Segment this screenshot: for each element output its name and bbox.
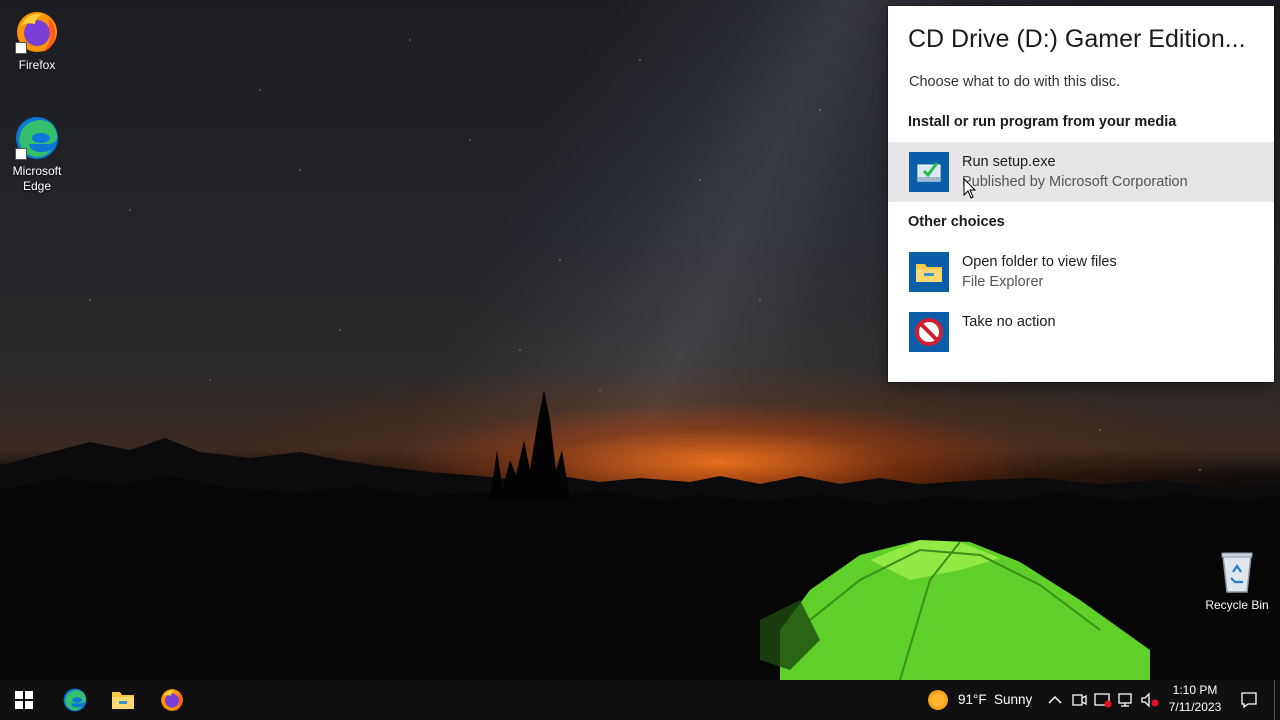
meet-now-button[interactable] [1069, 690, 1089, 710]
shortcut-arrow-icon [15, 148, 27, 160]
clock-date: 7/11/2023 [1168, 700, 1222, 714]
start-button[interactable] [0, 680, 48, 720]
desktop-icon-edge[interactable]: Microsoft Edge [0, 114, 74, 194]
edge-icon [13, 114, 61, 162]
network-icon [1118, 693, 1132, 707]
choice-title: Open folder to view files [962, 254, 1117, 270]
shortcut-arrow-icon [15, 42, 27, 54]
setup-install-icon [909, 152, 949, 192]
taskbar: 91°F Sunny 1:10 PM 7/11/2023 [0, 680, 1280, 720]
autoplay-subtitle: Choose what to do with this disc. [909, 74, 1121, 90]
clock-time: 1:10 PM [1172, 683, 1218, 697]
file-explorer-icon [112, 692, 134, 709]
choice-detail: Published by Microsoft Corporation [962, 174, 1188, 190]
sun-icon [928, 690, 948, 710]
desktop-wallpaper: Firefox Microsoft Edge Recycle Bin CD Dr… [0, 0, 1280, 680]
desktop-icon-label: Recycle Bin [1205, 598, 1269, 612]
taskbar-clock[interactable]: 1:10 PM 7/11/2023 [1160, 682, 1230, 716]
volume-button[interactable] [1140, 690, 1160, 710]
file-explorer-icon [909, 252, 949, 292]
choice-title: Run setup.exe [962, 154, 1056, 170]
notification-icon [1241, 692, 1257, 709]
network-button[interactable] [1117, 690, 1137, 710]
meet-now-icon [1072, 694, 1087, 706]
choice-take-no-action[interactable]: Take no action [888, 302, 1274, 362]
weather-condition: Sunny [994, 692, 1033, 707]
show-desktop-button[interactable] [1274, 680, 1280, 720]
security-button[interactable] [1093, 690, 1113, 710]
weather-temperature: 91°F [958, 692, 987, 707]
autoplay-title: CD Drive (D:) Gamer Edition... [908, 25, 1246, 53]
taskbar-firefox-button[interactable] [148, 680, 196, 720]
autoplay-panel: CD Drive (D:) Gamer Edition... Choose wh… [888, 6, 1274, 382]
desktop-icon-label: Firefox [18, 58, 56, 72]
choice-run-setup[interactable]: Run setup.exe Published by Microsoft Cor… [888, 142, 1274, 202]
choice-open-folder[interactable]: Open folder to view files File Explorer [888, 242, 1274, 302]
firefox-icon [13, 8, 61, 56]
desktop-icon-recycle-bin[interactable]: Recycle Bin [1199, 548, 1275, 613]
volume-muted-icon [1141, 692, 1159, 708]
choice-detail: File Explorer [962, 274, 1044, 290]
edge-icon [63, 688, 87, 712]
chevron-up-icon [1048, 695, 1062, 704]
desktop-icon-label: Microsoft Edge [12, 164, 62, 193]
mouse-cursor-icon [963, 178, 977, 199]
firefox-icon [161, 689, 183, 711]
security-icon [1094, 693, 1112, 708]
notification-center-button[interactable] [1238, 689, 1260, 711]
recycle-bin-icon [1213, 548, 1261, 596]
other-choices-heading: Other choices [908, 214, 1005, 230]
choice-title: Take no action [962, 314, 1056, 330]
show-hidden-icons-button[interactable] [1045, 690, 1065, 710]
no-action-icon [909, 312, 949, 352]
weather-widget[interactable]: 91°F Sunny [924, 680, 1042, 720]
start-icon [15, 691, 33, 709]
taskbar-file-explorer-button[interactable] [99, 680, 147, 720]
taskbar-edge-button[interactable] [51, 680, 99, 720]
desktop-icon-firefox[interactable]: Firefox [0, 8, 74, 73]
mountain-landscape [0, 390, 1280, 680]
install-section-heading: Install or run program from your media [908, 114, 1177, 130]
